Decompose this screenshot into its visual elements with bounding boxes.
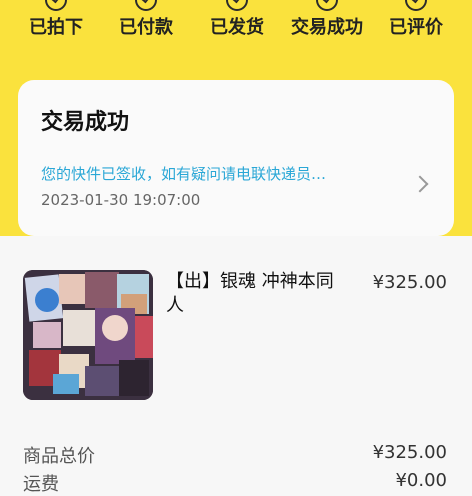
chevron-right-icon[interactable] xyxy=(411,175,429,193)
check-icon xyxy=(316,0,338,11)
logistics-time: 2023-01-30 19:07:00 xyxy=(41,191,201,209)
step-label: 已付款 xyxy=(119,17,173,38)
check-icon xyxy=(226,0,248,11)
product-photo xyxy=(23,270,153,400)
summary-row-shipping: 运费 ¥0.00 xyxy=(23,470,447,496)
step-label: 已发货 xyxy=(210,17,264,38)
order-progress: 已拍下 已付款 已发货 交易成功 已评价 xyxy=(0,0,472,60)
check-icon xyxy=(135,0,157,11)
step-label: 已拍下 xyxy=(29,17,83,38)
product-title[interactable]: 【出】银魂 冲神本同人 xyxy=(166,270,346,318)
product-thumbnail[interactable] xyxy=(23,270,153,400)
summary-value: ¥0.00 xyxy=(395,470,447,491)
step-label: 已评价 xyxy=(389,17,443,38)
logistics-message[interactable]: 您的快件已签收，如有疑问请电联快递员… xyxy=(41,163,326,184)
step-label: 交易成功 xyxy=(291,17,363,38)
product-card[interactable]: 【出】银魂 冲神本同人 ¥325.00 商品总价 ¥325.00 运费 ¥0.0… xyxy=(0,236,472,495)
order-status-card[interactable]: 交易成功 您的快件已签收，如有疑问请电联快递员… 2023-01-30 19:0… xyxy=(18,80,454,236)
status-title: 交易成功 xyxy=(41,110,130,135)
summary-label: 商品总价 xyxy=(23,446,95,467)
product-price: ¥325.00 xyxy=(372,272,447,293)
check-icon xyxy=(405,0,427,11)
summary-value: ¥325.00 xyxy=(372,442,447,463)
summary-row-total: 商品总价 ¥325.00 xyxy=(23,442,447,468)
check-icon xyxy=(45,0,67,11)
